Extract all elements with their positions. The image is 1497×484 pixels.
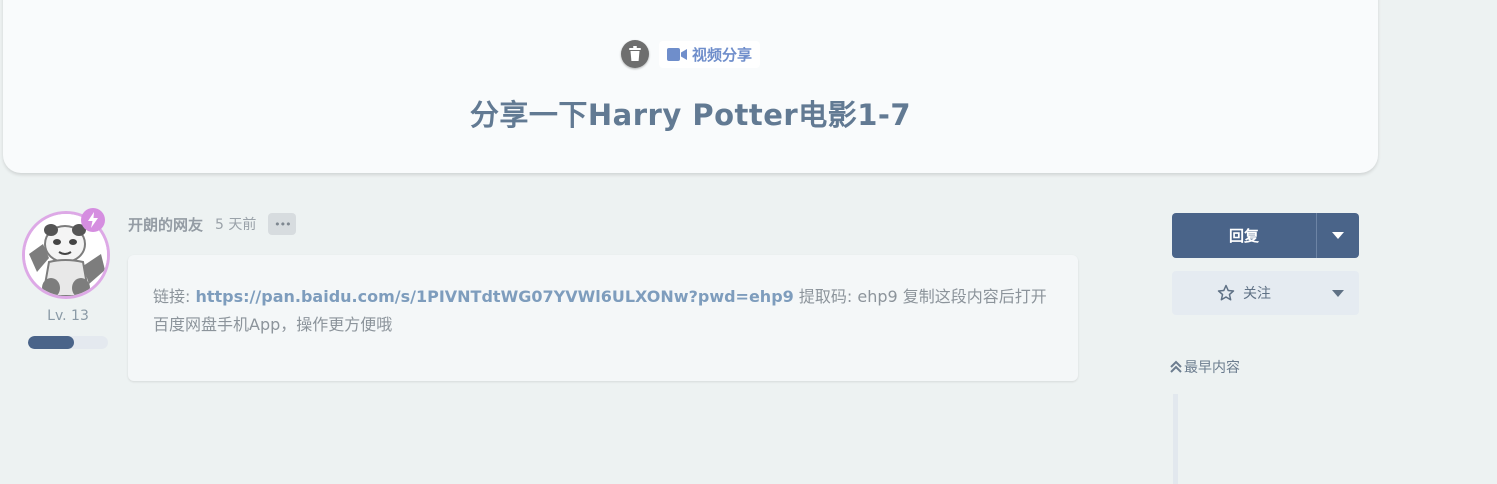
discussion-title: 分享一下Harry Potter电影1-7 xyxy=(469,98,912,132)
video-icon xyxy=(666,47,687,61)
scrubber-track[interactable] xyxy=(1173,394,1178,484)
caret-down-icon xyxy=(1332,232,1344,239)
star-icon xyxy=(1217,284,1235,301)
post-meta: 开朗的网友 5 天前 ••• xyxy=(128,213,297,235)
tag-video-share[interactable]: 视频分享 xyxy=(658,40,760,68)
tag-label: 视频分享 xyxy=(691,45,752,64)
tag-row: 视频分享 xyxy=(3,40,1378,68)
follow-button-group: 关注 xyxy=(1172,271,1359,315)
earliest-content-link[interactable]: 最早内容 xyxy=(1170,357,1240,377)
post-time[interactable]: 5 天前 xyxy=(215,214,256,234)
double-chevron-up-icon xyxy=(1170,360,1182,373)
lightning-icon xyxy=(81,208,105,232)
level-progress-fill xyxy=(28,336,75,349)
discussion-hero: 视频分享 分享一下Harry Potter电影1-7 xyxy=(3,0,1378,173)
user-level: Lv. 13 xyxy=(47,308,89,324)
earliest-label: 最早内容 xyxy=(1184,360,1240,376)
post-card: 链接: https://pan.baidu.com/s/1PIVNTdtWG07… xyxy=(128,255,1078,381)
post-body: 链接: https://pan.baidu.com/s/1PIVNTdtWG07… xyxy=(153,283,1053,339)
reply-dropdown-button[interactable] xyxy=(1316,213,1359,258)
post-body-prefix: 链接: xyxy=(153,287,196,306)
follow-label: 关注 xyxy=(1243,286,1271,302)
level-progress-bar xyxy=(28,336,108,349)
follow-dropdown-button[interactable] xyxy=(1316,271,1359,315)
more-icon[interactable]: ••• xyxy=(268,213,297,235)
follow-button[interactable]: 关注 xyxy=(1172,271,1316,315)
post-link[interactable]: https://pan.baidu.com/s/1PIVNTdtWG07YVWl… xyxy=(195,287,793,306)
username[interactable]: 开朗的网友 xyxy=(128,214,203,235)
reply-button[interactable]: 回复 xyxy=(1172,213,1316,258)
reply-button-group: 回复 xyxy=(1172,213,1359,258)
trash-icon[interactable] xyxy=(620,40,649,68)
caret-down-icon xyxy=(1331,289,1344,297)
